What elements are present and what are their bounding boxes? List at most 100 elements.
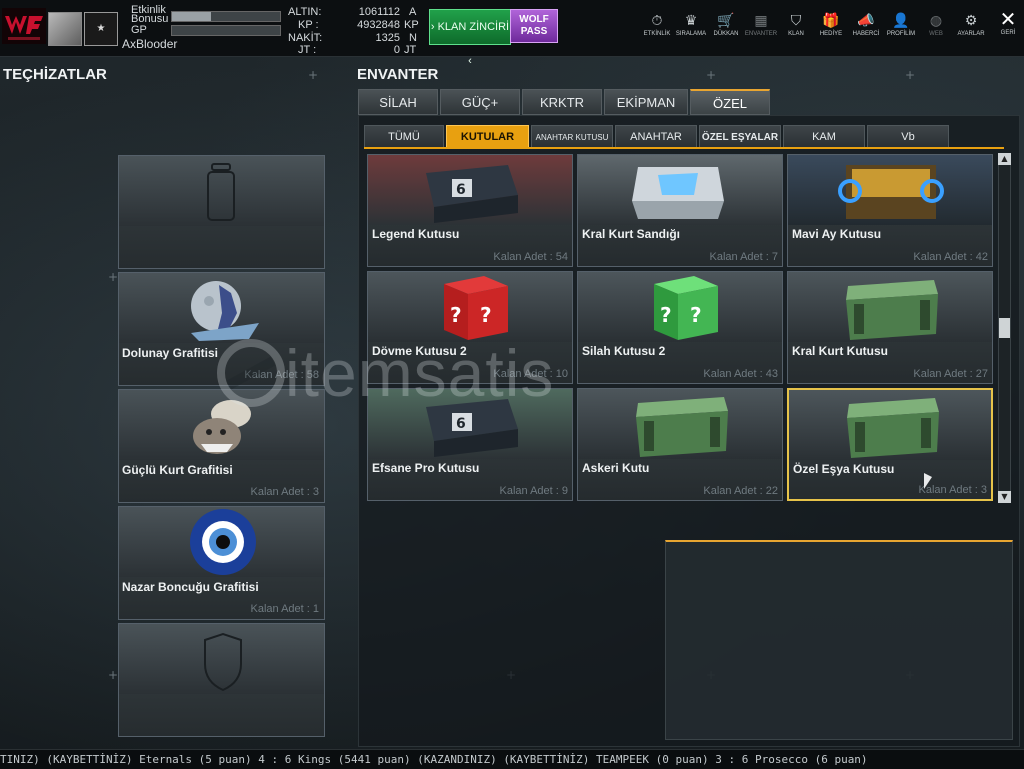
equipment-slot[interactable]: [118, 623, 325, 737]
subtab-kutular[interactable]: KUTULAR: [446, 125, 529, 148]
nav-siralama[interactable]: ♛ SIRALAMA: [673, 12, 709, 38]
currency-unit: JT: [404, 44, 417, 56]
equipment-art: [119, 156, 324, 226]
item-description-box: [665, 540, 1013, 740]
shield-outline-icon: [204, 632, 242, 692]
item-count: Kalan Adet : 9: [499, 485, 569, 497]
nav-label: KLAN: [788, 31, 804, 37]
rank-emblem[interactable]: [48, 12, 82, 46]
currency-unit: N: [409, 32, 417, 44]
nav-label: SIRALAMA: [675, 31, 707, 37]
item-count: Kalan Adet : 7: [709, 251, 779, 263]
item-name: Kral Kurt Sandığı: [582, 227, 681, 241]
tab-ozel[interactable]: ÖZEL: [690, 89, 770, 115]
nav-haberci[interactable]: 📣 HABERCİ: [848, 12, 884, 38]
full-moon-wolf-icon: [191, 281, 259, 341]
globe-icon: ◍: [929, 13, 943, 29]
subtab-underline: [364, 147, 1004, 149]
watermark: itemsatis: [215, 335, 785, 415]
gp-label: GP: [131, 24, 147, 36]
close-icon[interactable]: ✕: [996, 8, 1020, 30]
nav-profilim[interactable]: 👤 PROFİLİM: [883, 12, 919, 38]
nav-dukkan[interactable]: 🛒 DÜKKAN: [708, 12, 744, 38]
equipment-slot[interactable]: Nazar Boncuğu Grafitisi Kalan Adet : 1: [118, 506, 325, 620]
klan-zinciri-button[interactable]: › KLAN ZİNCİRİ ‹: [429, 9, 511, 67]
nav-klan[interactable]: ⛉ KLAN: [778, 12, 814, 38]
subtab-ozel-esyalar[interactable]: ÖZEL EŞYALAR: [699, 125, 781, 148]
nav-envanter[interactable]: ▦ ENVANTER: [743, 12, 779, 38]
svg-text:?: ?: [450, 303, 462, 327]
nav-etkinlik[interactable]: ⏱ ETKİNLİK: [639, 12, 675, 38]
item-art: [788, 272, 992, 342]
wolf-pass-line2: PASS: [520, 26, 548, 37]
nav-label: DÜKKAN: [713, 31, 739, 37]
inventory-item[interactable]: Mavi Ay Kutusu Kalan Adet : 42: [787, 154, 993, 267]
nav-label: HEDİYE: [819, 31, 843, 37]
currency-label: KP :: [298, 19, 319, 31]
item-art: [578, 155, 782, 225]
close-label: GERİ: [1000, 30, 1016, 36]
item-name: Askeri Kutu: [582, 461, 650, 475]
currency-unit: A: [409, 6, 417, 18]
svg-text:?: ?: [690, 303, 702, 327]
currency-value: 1061112: [358, 6, 400, 18]
inventory-item[interactable]: 6 Legend Kutusu Kalan Adet : 54: [367, 154, 573, 267]
subtab-vb[interactable]: Vb: [867, 125, 949, 148]
tab-guc[interactable]: GÜÇ+: [440, 89, 520, 115]
username: AxBlooder: [122, 37, 178, 51]
ticker-text: TINIZ) (KAYBETTİNİZ) Eternals (5 puan) 4…: [0, 753, 868, 766]
nav-web[interactable]: ◍ WEB: [918, 12, 954, 38]
subtab-tumu[interactable]: TÜMÜ: [364, 125, 444, 148]
wolf-pass-button[interactable]: WOLF PASS: [510, 9, 558, 43]
inventory-item[interactable]: Kral Kurt Sandığı Kalan Adet : 7: [577, 154, 783, 267]
currency-value: 0: [393, 44, 400, 56]
item-count: Kalan Adet : 27: [913, 368, 988, 380]
subtab-anahtar[interactable]: ANAHTAR: [615, 125, 697, 148]
gp-progress-bar: [171, 25, 281, 36]
stopwatch-icon: ⏱: [651, 13, 663, 29]
item-count: Kalan Adet : 54: [493, 251, 568, 263]
equipment-title: TEÇHİZATLAR: [3, 66, 107, 83]
equipment-art: [119, 624, 324, 694]
svg-text:?: ?: [660, 303, 672, 327]
svg-text:6: 6: [456, 182, 466, 198]
currency-label: NAKİT:: [288, 32, 323, 44]
bonus-progress-fill: [172, 12, 211, 21]
inventory-item[interactable]: Kral Kurt Kutusu Kalan Adet : 27: [787, 271, 993, 384]
inventory-icon: ▦: [754, 13, 768, 29]
item-art: [788, 155, 992, 225]
gift-icon: 🎁: [822, 13, 840, 29]
crown-icon: ♛: [684, 13, 698, 29]
equipment-art: [119, 273, 324, 343]
top-bar: ★ Etkinlik Bonusu GP AxBlooder ALTIN: 10…: [0, 0, 1024, 67]
tab-ekipman[interactable]: EKİPMAN: [604, 89, 688, 115]
subtab-kam[interactable]: KAM: [783, 125, 865, 148]
scroll-down-icon[interactable]: ▼: [998, 491, 1011, 503]
inventory-item-selected[interactable]: Özel Eşya Kutusu Kalan Adet : 3: [787, 388, 993, 501]
nav-label: ENVANTER: [744, 31, 778, 37]
scrollbar-thumb[interactable]: [999, 318, 1010, 338]
nav-hediye[interactable]: 🎁 HEDİYE: [813, 12, 849, 38]
rank-stars-badge[interactable]: ★: [84, 12, 118, 46]
item-art: ? ?: [578, 272, 782, 342]
nav-ayarlar[interactable]: ⚙ AYARLAR: [953, 12, 989, 38]
equipment-count: Kalan Adet : 3: [250, 486, 320, 498]
tattoo-box-icon: ? ?: [444, 276, 508, 340]
nav-label: PROFİLİM: [886, 31, 916, 37]
equipment-slot[interactable]: [118, 155, 325, 269]
item-name: Mavi Ay Kutusu: [792, 227, 882, 241]
scroll-up-icon[interactable]: ▲: [998, 153, 1011, 165]
plus-marker: +: [308, 68, 319, 82]
item-art: ? ?: [368, 272, 572, 342]
legend-box-icon: 6: [426, 165, 518, 223]
item-art: 6: [368, 155, 572, 225]
item-count: Kalan Adet : 42: [913, 251, 988, 263]
nav-label: HABERCİ: [852, 31, 880, 37]
tab-krktr[interactable]: KRKTR: [522, 89, 602, 115]
currency-label: ALTIN:: [288, 6, 322, 18]
special-item-box-icon: [847, 398, 939, 458]
tab-silah[interactable]: SİLAH: [358, 89, 438, 115]
equipment-name: Dolunay Grafitisi: [122, 346, 219, 360]
currency-unit: KP: [404, 19, 419, 31]
subtab-anahtar-kutusu[interactable]: ANAHTAR KUTUSU: [531, 125, 613, 148]
